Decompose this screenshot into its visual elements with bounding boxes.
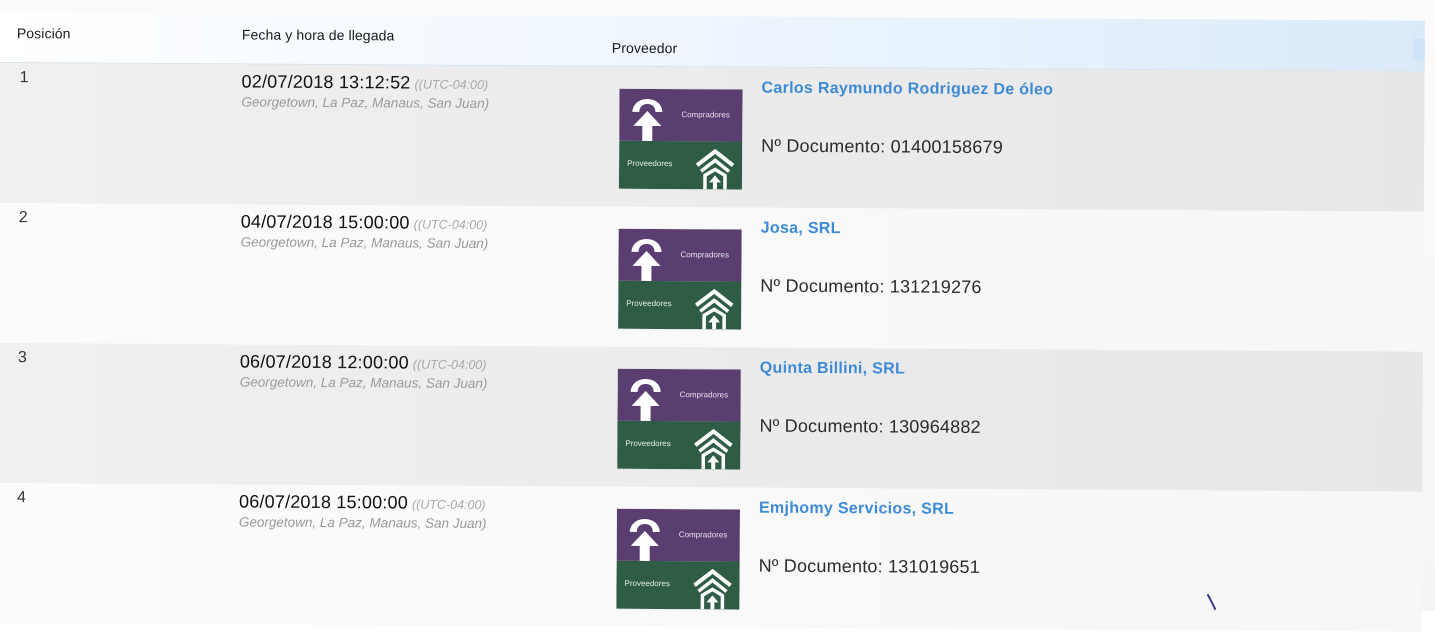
row-position: 1 [19,69,29,87]
compradores-proveedores-logo: Compradores Proveedores [618,228,742,330]
arrival-zone: Georgetown, La Paz, Manaus, San Juan) [239,374,488,391]
compradores-proveedores-logo: Compradores Proveedores [618,88,743,190]
supplier-name-link[interactable]: Emjhomy Servicios, SRL [759,500,954,519]
logo-compradores-label: Compradores [680,250,730,260]
supplier-document: Nº Documento: 131219276 [760,275,982,298]
header-arrival: Fecha y hora de llegada [241,26,395,44]
supplier-name-link[interactable]: Josa, SRL [761,220,841,238]
pen-mark [1207,594,1216,610]
compradores-proveedores-logo: Compradores Proveedores [617,368,741,470]
house-icon [693,568,732,610]
arrival-date: 06/07/2018 12:00:00 [239,351,409,373]
row-position: 3 [17,349,27,367]
logo-compradores-label: Compradores [678,530,728,540]
logo-proveedores-label: Proveedores [625,438,671,449]
arrival-datetime: 06/07/2018 12:00:00 ((UTC-04:00) Georgeto… [239,351,600,393]
arrival-datetime: 04/07/2018 15:00:00 ((UTC-04:00) Georgeto… [240,211,601,253]
supplier-name-link[interactable]: Carlos Raymundo Rodriguez De óleo [761,80,1053,100]
table-row: 2 04/07/2018 15:00:00 ((UTC-04:00) George… [0,202,1424,352]
arrival-utc: ((UTC-04:00) [413,217,488,232]
arrival-date: 04/07/2018 15:00:00 [240,211,410,233]
supplier-document: Nº Documento: 130964882 [759,415,981,437]
header-position: Posición [16,25,71,42]
house-icon [695,148,735,190]
table-row: 3 06/07/2018 12:00:00 ((UTC-04:00) George… [0,342,1423,492]
arrow-up-icon [629,518,660,561]
scanned-page: Posición Fecha y hora de llegada Proveed… [0,0,1435,632]
arrival-zone: Georgetown, La Paz, Manaus, San Juan) [238,514,487,531]
logo-compradores-label: Compradores [679,390,729,400]
arrival-utc: ((UTC-04:00) [411,497,486,512]
arrow-up-icon [631,238,662,281]
logo-compradores-label: Compradores [681,110,730,120]
supplier-document: Nº Documento: 01400158679 [761,135,1004,158]
arrival-datetime: 02/07/2018 13:12:52 ((UTC-04:00) Georgeto… [241,71,601,113]
arrivals-table: Posición Fecha y hora de llegada Proveed… [0,12,1425,632]
table-row: 1 02/07/2018 13:12:52 ((UTC-04:00) George… [0,62,1425,212]
arrival-utc: ((UTC-04:00) [412,357,487,372]
supplier-document: Nº Documento: 131019651 [758,555,981,577]
arrival-zone: Georgetown, La Paz, Manaus, San Juan) [241,94,490,111]
table-header: Posición Fecha y hora de llegada Proveed… [0,12,1425,72]
row-position: 4 [16,489,26,507]
header-scrollbar [1412,38,1425,61]
header-supplier: Proveedor [611,39,678,57]
row-position: 2 [18,209,28,227]
arrival-zone: Georgetown, La Paz, Manaus, San Juan) [240,234,489,251]
arrow-up-icon [632,98,663,141]
arrow-up-icon [630,378,661,421]
house-icon [695,288,734,330]
logo-proveedores-label: Proveedores [626,298,672,309]
arrival-date: 06/07/2018 15:00:00 [238,491,409,513]
logo-proveedores-label: Proveedores [627,158,673,169]
arrival-datetime: 06/07/2018 15:00:00 ((UTC-04:00) Georgeto… [238,491,599,533]
arrival-utc: ((UTC-04:00) [414,77,489,92]
house-icon [694,428,733,470]
supplier-name-link[interactable]: Quinta Billini, SRL [760,360,905,379]
arrival-date: 02/07/2018 13:12:52 [241,71,411,93]
logo-proveedores-label: Proveedores [624,578,670,589]
compradores-proveedores-logo: Compradores Proveedores [616,508,740,610]
